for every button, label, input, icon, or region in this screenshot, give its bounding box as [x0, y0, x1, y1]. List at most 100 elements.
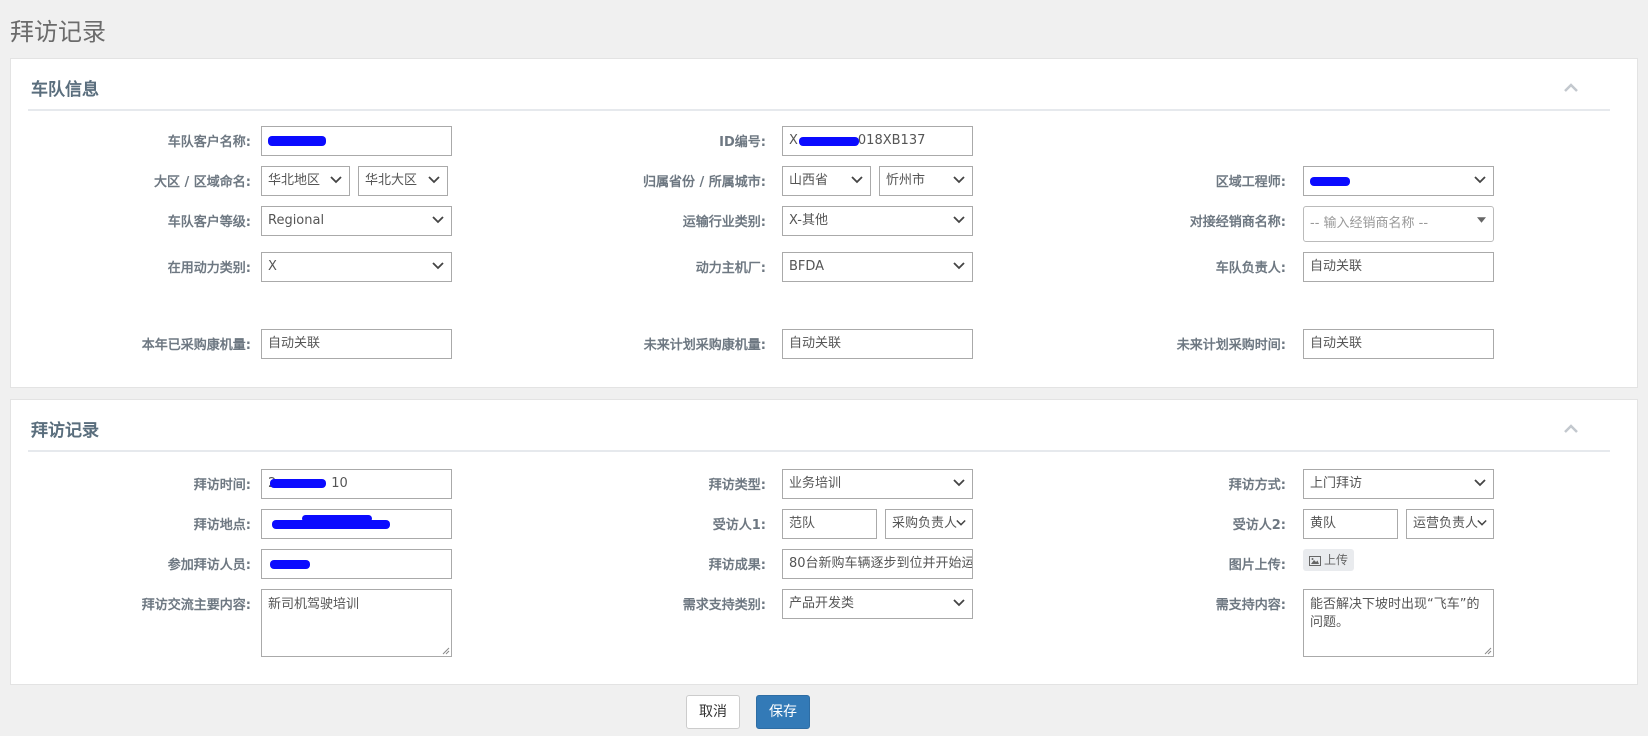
- content-textarea[interactable]: 新司机驾驶培训: [261, 589, 452, 657]
- visitee2-name-input[interactable]: 黄队: [1303, 509, 1398, 539]
- visitee1-name-input[interactable]: 范队: [782, 509, 877, 539]
- support-type-label: 需求支持类别:: [682, 598, 766, 613]
- visit-time-input[interactable]: 210: [261, 469, 452, 499]
- oem-value: BFDA: [789, 259, 825, 274]
- visit-type-select[interactable]: 业务培训: [782, 469, 973, 499]
- visitee2-role: 运营负责人: [1413, 516, 1479, 531]
- content-value: 新司机驾驶培训: [268, 597, 360, 612]
- visitee2-label: 受访人2:: [1232, 518, 1286, 533]
- purchased-value: 自动关联: [268, 336, 321, 351]
- industry-value: X-其他: [789, 213, 828, 228]
- customer-name-input[interactable]: [261, 126, 452, 156]
- industry-label: 运输行业类别:: [682, 215, 766, 230]
- visit-place-input[interactable]: [261, 509, 452, 539]
- visit-type-label: 拜访类型:: [708, 478, 766, 493]
- content-label: 拜访交流主要内容:: [141, 598, 251, 613]
- chevron-down-icon: [953, 479, 965, 487]
- chevron-up-icon[interactable]: [1561, 81, 1581, 95]
- visit-time-suffix: 10: [331, 476, 348, 491]
- chevron-down-icon: [428, 176, 440, 184]
- power-label: 在用动力类别:: [167, 261, 251, 276]
- id-prefix: X: [789, 133, 798, 148]
- engineer-label: 区域工程师:: [1215, 175, 1286, 190]
- panel-divider: [28, 450, 1610, 452]
- visitee1-role-select[interactable]: 采购负责人: [885, 509, 973, 539]
- visit-result-label: 拜访成果:: [708, 558, 766, 573]
- oem-label: 动力主机厂:: [695, 261, 766, 276]
- planned-time-label: 未来计划采购时间:: [1176, 338, 1286, 353]
- region-value: 华北地区: [268, 173, 321, 188]
- resize-grip-icon[interactable]: [1484, 647, 1492, 655]
- region-select[interactable]: 华北地区: [261, 166, 350, 196]
- support-type-select[interactable]: 产品开发类: [782, 589, 973, 619]
- planned-time-input[interactable]: 自动关联: [1303, 329, 1494, 359]
- chevron-down-icon: [953, 262, 965, 270]
- city-select[interactable]: 忻州市: [879, 166, 973, 196]
- chevron-down-icon: [953, 216, 965, 224]
- visitee1-name: 范队: [789, 516, 816, 531]
- area-value: 华北大区: [365, 173, 418, 188]
- visitee2-role-select[interactable]: 运营负责人: [1406, 509, 1494, 539]
- dealer-select[interactable]: -- 输入经销商名称 --: [1303, 206, 1494, 242]
- dealer-label: 对接经销商名称:: [1189, 215, 1286, 230]
- redaction-mark: [270, 560, 310, 569]
- support-content-textarea[interactable]: 能否解决下坡时出现“飞车”的问题。: [1303, 589, 1494, 657]
- planned-label: 未来计划采购康机量:: [643, 338, 766, 353]
- visit-type-value: 业务培训: [789, 476, 842, 491]
- visit-result-input[interactable]: 80台新购车辆逐步到位并开始运营: [782, 549, 973, 579]
- visitee2-name: 黄队: [1310, 516, 1337, 531]
- upload-button[interactable]: 上传: [1303, 549, 1355, 571]
- chevron-down-icon: [953, 599, 965, 607]
- industry-select[interactable]: X-其他: [782, 206, 973, 236]
- redaction-mark: [302, 515, 372, 522]
- area-select[interactable]: 华北大区: [358, 166, 448, 196]
- visit-record-panel: 拜访记录 拜访时间: 210 拜访类型: 业务培训 拜访方式: 上门拜访 拜访地…: [10, 399, 1638, 685]
- leader-value: 自动关联: [1310, 259, 1363, 274]
- fleet-info-panel: 车队信息 车队客户名称: ID编号: X 018XB137 大区 / 区域命名: …: [10, 58, 1638, 388]
- support-content-label: 需支持内容:: [1215, 598, 1286, 613]
- leader-input[interactable]: 自动关联: [1303, 252, 1494, 282]
- chevron-down-icon: [851, 176, 863, 184]
- attendee-label: 参加拜访人员:: [167, 558, 251, 573]
- oem-select[interactable]: BFDA: [782, 252, 973, 282]
- upload-label: 图片上传:: [1228, 558, 1286, 573]
- cancel-button[interactable]: 取消: [686, 695, 740, 729]
- purchased-input[interactable]: 自动关联: [261, 329, 452, 359]
- customer-name-label: 车队客户名称:: [167, 135, 251, 150]
- grade-label: 车队客户等级:: [167, 215, 251, 230]
- id-input[interactable]: X 018XB137: [782, 126, 973, 156]
- fleet-panel-title: 车队信息: [31, 80, 99, 100]
- id-label: ID编号:: [719, 135, 766, 150]
- grade-value: Regional: [268, 213, 325, 228]
- region-label: 大区 / 区域命名:: [154, 175, 251, 190]
- visit-method-value: 上门拜访: [1310, 476, 1363, 491]
- leader-label: 车队负责人:: [1215, 261, 1286, 276]
- chevron-down-icon: [953, 176, 965, 184]
- attendee-input[interactable]: [261, 549, 452, 579]
- visit-result-value: 80台新购车辆逐步到位并开始运营: [789, 556, 973, 571]
- chevron-down-icon: [432, 216, 444, 224]
- engineer-select[interactable]: [1303, 166, 1494, 196]
- grade-select[interactable]: Regional: [261, 206, 452, 236]
- visit-time-label: 拜访时间:: [193, 478, 251, 493]
- chevron-down-icon: [432, 262, 444, 270]
- id-suffix: 018XB137: [857, 133, 926, 148]
- redaction-mark: [799, 137, 859, 146]
- resize-grip-icon[interactable]: [442, 647, 450, 655]
- visitee1-role: 采购负责人: [892, 516, 958, 531]
- upload-button-label: 上传: [1324, 553, 1349, 567]
- visitee1-label: 受访人1:: [712, 518, 766, 533]
- chevron-down-icon: [330, 176, 342, 184]
- planned-input[interactable]: 自动关联: [782, 329, 973, 359]
- visit-place-label: 拜访地点:: [193, 518, 251, 533]
- power-select[interactable]: X: [261, 252, 452, 282]
- save-button[interactable]: 保存: [756, 695, 810, 729]
- city-value: 忻州市: [886, 173, 926, 188]
- province-select[interactable]: 山西省: [782, 166, 871, 196]
- caret-down-icon: [1477, 217, 1486, 223]
- chevron-up-icon[interactable]: [1561, 422, 1581, 436]
- visit-panel-title: 拜访记录: [31, 421, 99, 441]
- purchased-label: 本年已采购康机量:: [141, 338, 251, 353]
- visit-method-select[interactable]: 上门拜访: [1303, 469, 1494, 499]
- page-title: 拜访记录: [10, 18, 106, 46]
